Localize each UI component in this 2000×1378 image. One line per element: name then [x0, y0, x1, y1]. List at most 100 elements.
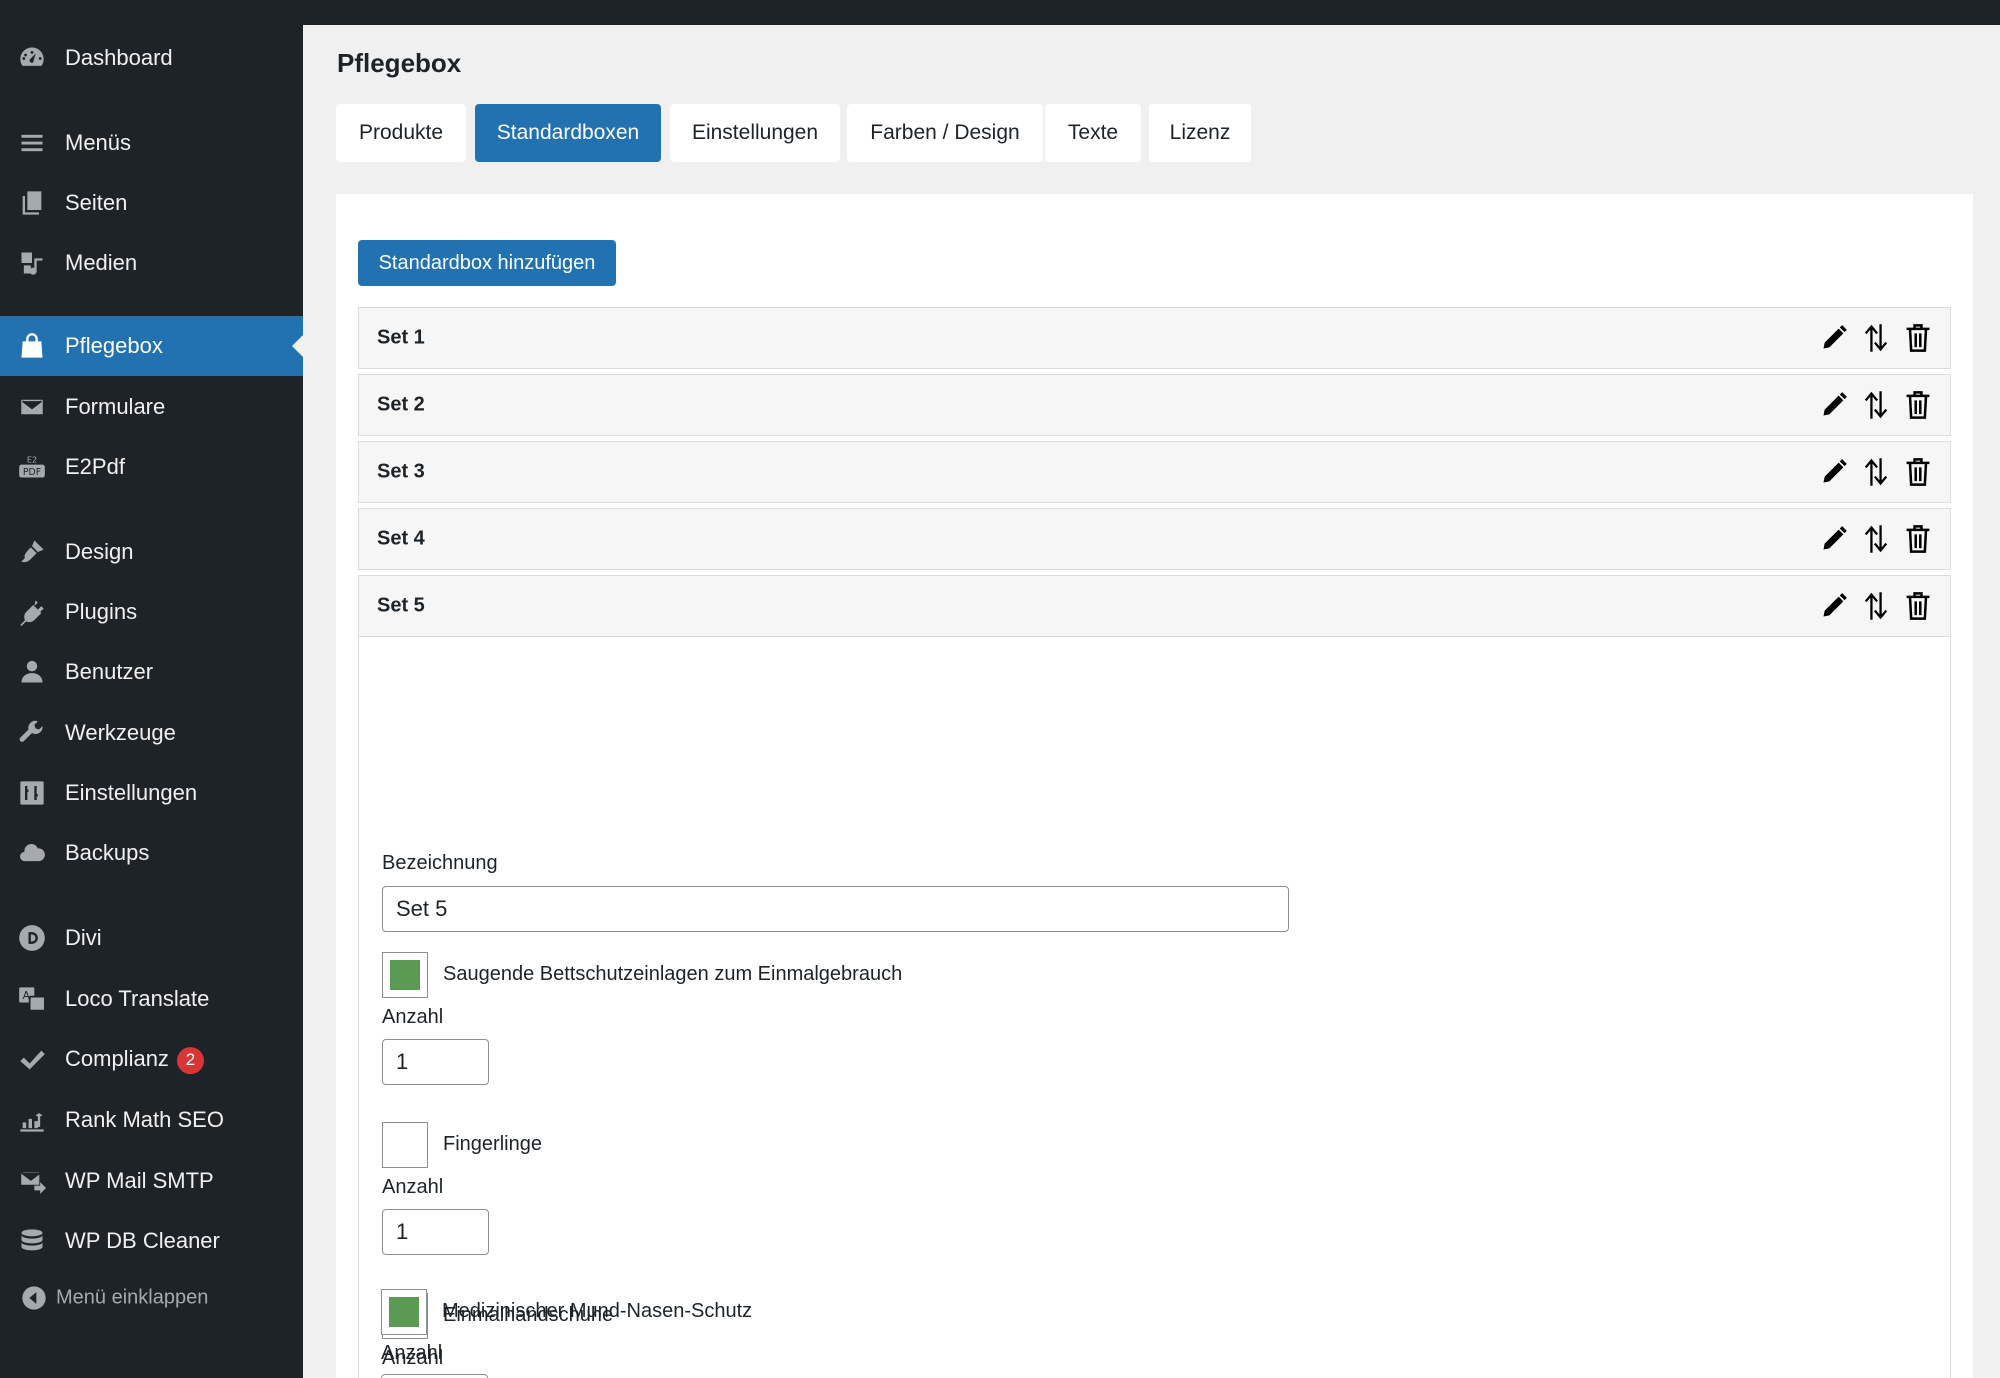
sort-arrows-icon[interactable]: [1862, 590, 1890, 622]
page-title: Pflegebox: [337, 48, 462, 78]
standardboxen-panel: Standardbox hinzufügen Set 1 Set 2 Set 3…: [336, 194, 1973, 1378]
tab-standardboxen[interactable]: Standardboxen: [475, 104, 661, 162]
collapse-arrow-icon: [18, 1282, 50, 1314]
set-row[interactable]: Set 3: [358, 441, 1951, 503]
sort-arrows-icon[interactable]: [1862, 322, 1890, 354]
sidebar-item-label: Divi: [65, 925, 102, 950]
sidebar-item-label: Backups: [65, 840, 150, 865]
product-checkbox[interactable]: [382, 1122, 428, 1168]
plugin-icon: [16, 596, 48, 628]
sidebar-item-design[interactable]: Design: [0, 522, 303, 582]
sidebar-item-label: Menüs: [65, 130, 132, 155]
dashboard-icon: [16, 42, 48, 74]
sidebar-item-einstellungen[interactable]: Einstellungen: [0, 763, 303, 823]
sidebar-item-formulare[interactable]: Formulare: [0, 377, 303, 437]
wrench-icon: [16, 717, 48, 749]
sidebar-item-label: Loco Translate: [65, 986, 210, 1011]
sidebar-item-label: Medien: [65, 250, 138, 275]
anzahl-label: Anzahl: [382, 1006, 444, 1028]
sidebar-item-label: Werkzeuge: [65, 720, 176, 745]
sidebar-item-label: Plugins: [65, 599, 138, 624]
tab-texte[interactable]: Texte: [1045, 104, 1141, 162]
set-row[interactable]: Set 4: [358, 508, 1951, 570]
product-checkbox[interactable]: [382, 952, 428, 998]
sidebar-item-loco-translate[interactable]: A Loco Translate: [0, 969, 303, 1029]
bezeichnung-input[interactable]: [382, 886, 1289, 932]
set-name: Set 2: [377, 393, 425, 416]
sort-arrows-icon[interactable]: [1862, 389, 1890, 421]
edit-pencil-icon[interactable]: [1820, 590, 1848, 622]
set-name: Set 5: [377, 594, 425, 617]
anzahl-input[interactable]: [381, 1374, 488, 1378]
sort-arrows-icon[interactable]: [1862, 523, 1890, 555]
sidebar-item-e2pdf[interactable]: PDF E2 E2Pdf: [0, 437, 303, 497]
sidebar-item-backups[interactable]: Backups: [0, 823, 303, 883]
edit-pencil-icon[interactable]: [1820, 523, 1848, 555]
edit-pencil-icon[interactable]: [1820, 389, 1848, 421]
anzahl-label: Anzahl: [381, 1342, 443, 1364]
product-label: Saugende Bettschutzeinlagen zum Einmalge…: [443, 963, 903, 985]
sidebar-item-label: Rank Math SEO: [65, 1107, 224, 1132]
sidebar-item-divi[interactable]: Divi: [0, 908, 303, 968]
sidebar-item-label: Seiten: [65, 190, 128, 215]
sidebar-item-plugins[interactable]: Plugins: [0, 582, 303, 642]
trash-icon[interactable]: [1904, 523, 1932, 555]
notification-badge: 2: [176, 1046, 204, 1074]
tab-einstellungen[interactable]: Einstellungen: [670, 104, 840, 162]
sidebar-item-rank-math[interactable]: Rank Math SEO: [0, 1090, 303, 1150]
pages-icon: [16, 187, 48, 219]
anzahl-label: Anzahl: [382, 1176, 444, 1198]
trash-icon[interactable]: [1904, 590, 1932, 622]
tab-farben-design[interactable]: Farben / Design: [847, 104, 1043, 162]
anzahl-input[interactable]: [382, 1039, 489, 1085]
collapse-menu-button[interactable]: Menü einklappen: [0, 1268, 303, 1328]
product-checkbox[interactable]: [381, 1289, 427, 1335]
sidebar-item-werkzeuge[interactable]: Werkzeuge: [0, 703, 303, 763]
trash-icon[interactable]: [1904, 322, 1932, 354]
brush-icon: [16, 536, 48, 568]
sidebar-item-pages[interactable]: Seiten: [0, 173, 303, 233]
check-icon: [16, 1044, 48, 1076]
set-row[interactable]: Set 1: [358, 307, 1951, 369]
sidebar-item-label: WP Mail SMTP: [65, 1168, 214, 1193]
trash-icon[interactable]: [1904, 389, 1932, 421]
sidebar-item-pflegebox[interactable]: Pflegebox: [0, 316, 303, 376]
sidebar-item-label: WP DB Cleaner: [65, 1228, 220, 1253]
sidebar-item-wp-mail-smtp[interactable]: WP Mail SMTP: [0, 1151, 303, 1211]
sidebar-item-label: Dashboard: [65, 45, 173, 70]
admin-sidebar: Dashboard Menüs Seiten Medien Pflegebox …: [0, 25, 303, 1378]
tab-lizenz[interactable]: Lizenz: [1149, 104, 1251, 162]
sidebar-item-label: Design: [65, 539, 134, 564]
add-standardbox-button[interactable]: Standardbox hinzufügen: [358, 240, 616, 286]
admin-bar: [0, 0, 2000, 25]
sidebar-item-benutzer[interactable]: Benutzer: [0, 642, 303, 702]
mail-send-icon: [16, 1165, 48, 1197]
sidebar-item-label: Pflegebox: [65, 333, 163, 358]
media-icon: [16, 247, 48, 279]
mail-icon: [16, 391, 48, 423]
sidebar-item-menus[interactable]: Menüs: [0, 113, 303, 173]
sidebar-item-complianz[interactable]: Complianz 2: [0, 1030, 303, 1090]
cloud-icon: [16, 837, 48, 869]
menu-icon: [16, 127, 48, 159]
user-icon: [16, 656, 48, 688]
set-name: Set 4: [377, 527, 425, 550]
pdf-icon: PDF E2: [16, 451, 48, 483]
set-row-expanded[interactable]: Set 5: [358, 575, 1951, 637]
sort-arrows-icon[interactable]: [1862, 456, 1890, 488]
sidebar-item-dashboard[interactable]: Dashboard: [0, 28, 303, 88]
svg-text:PDF: PDF: [23, 467, 41, 478]
translate-icon: A: [16, 983, 48, 1015]
anzahl-input[interactable]: [382, 1209, 489, 1255]
divi-icon: [16, 922, 48, 954]
trash-icon[interactable]: [1904, 456, 1932, 488]
tab-produkte[interactable]: Produkte: [336, 104, 466, 162]
edit-pencil-icon[interactable]: [1820, 456, 1848, 488]
bezeichnung-label: Bezeichnung: [382, 852, 498, 874]
shopping-bag-icon: [16, 330, 48, 362]
svg-text:A: A: [23, 990, 31, 1002]
sidebar-item-media[interactable]: Medien: [0, 233, 303, 293]
sidebar-item-wp-db-cleaner[interactable]: WP DB Cleaner: [0, 1211, 303, 1271]
edit-pencil-icon[interactable]: [1820, 322, 1848, 354]
set-row[interactable]: Set 2: [358, 374, 1951, 436]
